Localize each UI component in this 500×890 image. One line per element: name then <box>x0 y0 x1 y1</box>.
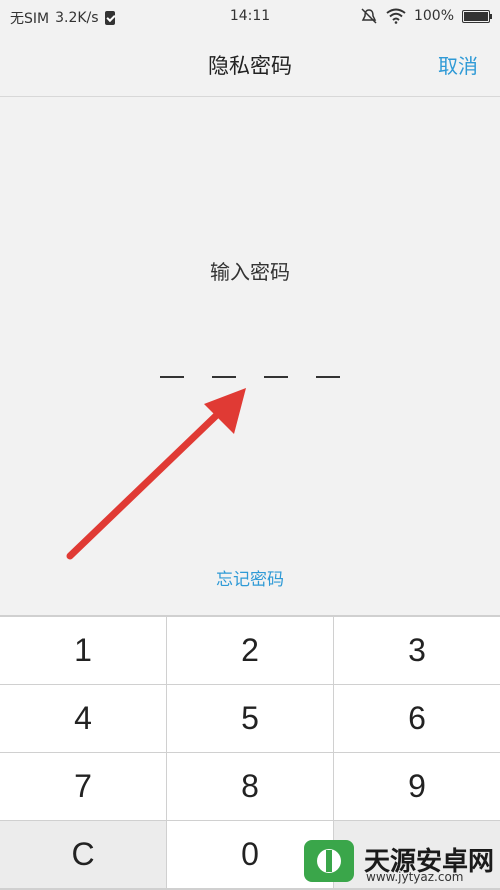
pin-dash <box>160 376 184 378</box>
arrow-shaft <box>66 406 226 560</box>
page-title: 隐私密码 <box>208 54 292 78</box>
mute-bell-icon <box>361 8 377 24</box>
status-bar: 无SIM 3.2K/s 14:11 100% <box>0 0 500 34</box>
digit-key-8[interactable]: 8 <box>167 753 333 820</box>
digit-key-9[interactable]: 9 <box>334 753 500 820</box>
battery-fill <box>464 11 488 21</box>
watermark: 天源安卓网 www.jytyaz.com <box>300 830 500 888</box>
digit-key-7[interactable]: 7 <box>0 753 166 820</box>
pin-dash <box>212 376 236 378</box>
wifi-icon <box>386 8 406 24</box>
arrow-head <box>204 388 246 434</box>
digit-key-4[interactable]: 4 <box>0 685 166 752</box>
battery-percent: 100% <box>413 8 454 24</box>
header-bar: 隐私密码 取消 <box>0 34 500 97</box>
pin-dash <box>264 376 288 378</box>
digit-key-3[interactable]: 3 <box>334 617 500 684</box>
cancel-button[interactable]: 取消 <box>438 50 478 79</box>
digit-key-2[interactable]: 2 <box>167 617 333 684</box>
pin-dash <box>316 376 340 378</box>
watermark-logo <box>304 840 354 882</box>
watermark-url: www.jytyaz.com <box>366 870 464 884</box>
clear-key[interactable]: C <box>0 821 166 888</box>
password-prompt: 输入密码 <box>210 260 290 284</box>
digit-key-1[interactable]: 1 <box>0 617 166 684</box>
forgot-password-link[interactable]: 忘记密码 <box>0 565 500 590</box>
battery-icon <box>462 9 492 23</box>
digit-key-6[interactable]: 6 <box>334 685 500 752</box>
digit-key-5[interactable]: 5 <box>167 685 333 752</box>
